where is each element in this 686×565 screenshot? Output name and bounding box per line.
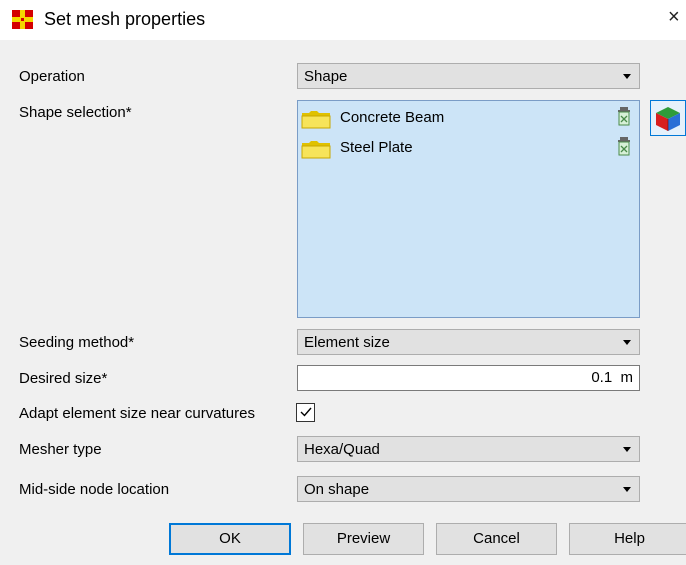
chevron-down-icon — [623, 340, 631, 345]
list-item[interactable]: Steel Plate — [301, 137, 635, 159]
seeding-method-label: Seeding method* — [19, 334, 135, 351]
operation-label: Operation — [19, 68, 85, 85]
desired-size-label: Desired size* — [19, 370, 108, 387]
chevron-down-icon — [623, 74, 631, 79]
adapt-curvature-checkbox[interactable] — [296, 403, 315, 422]
mesher-type-dropdown[interactable]: Hexa/Quad — [297, 436, 640, 462]
list-item[interactable]: Concrete Beam — [301, 107, 635, 129]
ok-button[interactable]: OK — [169, 523, 291, 555]
operation-value: Shape — [304, 68, 348, 85]
mid-side-dropdown[interactable]: On shape — [297, 476, 640, 502]
checkmark-icon — [300, 407, 312, 417]
remove-shape-icon[interactable] — [615, 137, 633, 157]
chevron-down-icon — [623, 447, 631, 452]
cube-icon — [656, 107, 680, 131]
mesher-type-value: Hexa/Quad — [304, 441, 380, 458]
mid-side-label: Mid-side node location — [19, 481, 170, 498]
chevron-down-icon — [623, 487, 631, 492]
title-bar: Set mesh properties × — [0, 0, 686, 40]
folder-icon — [301, 111, 331, 129]
folder-icon — [301, 141, 331, 159]
mesher-type-label: Mesher type — [19, 441, 102, 458]
help-button[interactable]: Help — [569, 523, 686, 555]
select-shape-button[interactable] — [650, 100, 686, 136]
app-logo-icon — [12, 10, 33, 29]
close-icon[interactable]: × — [668, 7, 680, 27]
dialog-title: Set mesh properties — [44, 9, 206, 29]
cancel-button[interactable]: Cancel — [436, 523, 557, 555]
preview-button[interactable]: Preview — [303, 523, 424, 555]
shape-selection-list[interactable]: Concrete Beam Steel Plate — [297, 100, 640, 318]
remove-shape-icon[interactable] — [615, 107, 633, 127]
shape-name: Steel Plate — [340, 139, 413, 156]
desired-size-input[interactable]: 0.1 m — [297, 365, 640, 391]
dialog-body: Operation Shape Shape selection* Concret… — [0, 40, 686, 565]
shape-selection-label: Shape selection* — [19, 104, 132, 121]
seeding-method-value: Element size — [304, 334, 390, 351]
adapt-curvature-label: Adapt element size near curvatures — [19, 405, 255, 422]
operation-dropdown[interactable]: Shape — [297, 63, 640, 89]
mid-side-value: On shape — [304, 481, 370, 498]
shape-name: Concrete Beam — [340, 109, 445, 126]
seeding-method-dropdown[interactable]: Element size — [297, 329, 640, 355]
